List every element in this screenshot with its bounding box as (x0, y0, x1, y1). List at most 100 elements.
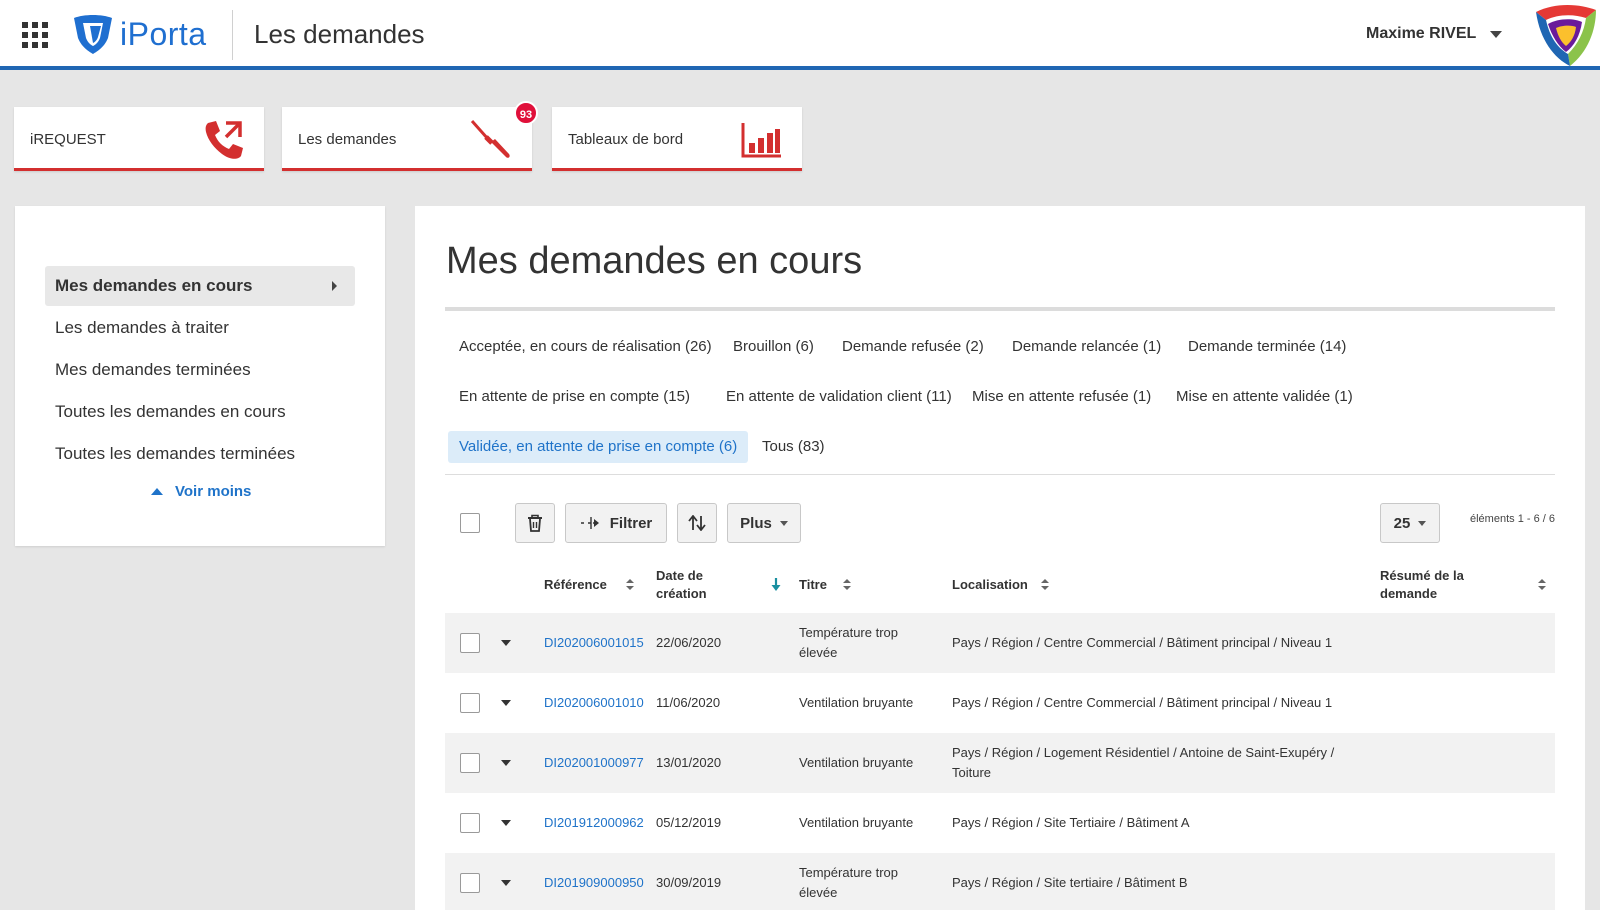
grid-icon[interactable] (22, 22, 48, 48)
titre-cell: Ventilation bruyante (799, 815, 914, 830)
page-title: Les demandes (254, 19, 425, 49)
main-panel: Mes demandes en cours Acceptée, en cours… (415, 206, 1585, 910)
title-divider (445, 307, 1555, 311)
filter-chip[interactable]: En attente de prise en compte (15) (448, 381, 701, 413)
sidebar-item-mes-demandes-en-cours[interactable]: Mes demandes en cours (45, 266, 355, 306)
date-cell: 11/06/2020 (656, 695, 721, 710)
table-row[interactable]: DI202006001015 22/06/2020 Température tr… (445, 613, 1555, 673)
filter-chip-selected[interactable]: Validée, en attente de prise en compte (… (448, 431, 749, 463)
tile-tableaux-de-bord[interactable]: Tableaux de bord (552, 107, 802, 171)
tile-label: iREQUEST (30, 131, 106, 148)
filters-divider (445, 474, 1555, 475)
sort-desc-icon[interactable] (771, 578, 781, 592)
delete-button[interactable] (515, 503, 555, 543)
sort-icon[interactable] (626, 579, 634, 591)
chevron-down-icon[interactable] (501, 640, 511, 646)
chevron-up-icon (151, 488, 163, 495)
filter-chip[interactable]: Demande relancée (1) (1001, 331, 1172, 363)
reference-link[interactable]: DI202001000977 (544, 753, 644, 773)
filter-button[interactable]: Filtrer (565, 503, 667, 543)
row-checkbox[interactable] (460, 633, 480, 653)
chevron-down-icon (1418, 520, 1427, 526)
table-row[interactable]: DI202006001010 11/06/2020 Ventilation br… (445, 673, 1555, 733)
column-header-titre[interactable]: Titre (799, 576, 827, 594)
page-size-value: 25 (1393, 514, 1411, 532)
voir-moins-toggle[interactable]: Voir moins (151, 483, 251, 500)
main-title: Mes demandes en cours (446, 240, 863, 282)
pagination-range: éléments 1 - 6 / 6 (1470, 513, 1555, 525)
sort-button[interactable] (677, 503, 717, 543)
row-checkbox[interactable] (460, 873, 480, 893)
filter-chip[interactable]: En attente de validation client (11) (715, 381, 963, 413)
app-logo[interactable]: iPorta (70, 12, 207, 56)
sidebar-item-demandes-a-traiter[interactable]: Les demandes à traiter (45, 308, 355, 348)
sort-icon[interactable] (1538, 579, 1546, 591)
logo-text: iPorta (120, 15, 207, 52)
localisation-cell: Pays / Région / Logement Résidentiel / A… (952, 745, 1335, 780)
brand-mark-icon (1536, 5, 1596, 66)
select-all-checkbox[interactable] (460, 513, 480, 533)
column-header-localisation[interactable]: Localisation (952, 576, 1028, 594)
bar-chart-icon (741, 123, 781, 158)
filter-chip[interactable]: Acceptée, en cours de réalisation (26) (448, 331, 723, 363)
chevron-down-icon[interactable] (501, 700, 511, 706)
sort-icon[interactable] (1041, 579, 1049, 591)
sidebar-item-toutes-terminees[interactable]: Toutes les demandes terminées (45, 434, 355, 474)
phone-forward-icon (205, 121, 243, 159)
filter-chip[interactable]: Brouillon (6) (722, 331, 825, 363)
row-checkbox[interactable] (460, 753, 480, 773)
sidebar: Mes demandes en cours Les demandes à tra… (15, 206, 385, 546)
tile-irequest[interactable]: iREQUEST (14, 107, 264, 171)
column-header-date[interactable]: Date de création (656, 567, 726, 603)
localisation-cell: Pays / Région / Centre Commercial / Bâti… (952, 695, 1333, 710)
table-row[interactable]: DI201912000962 05/12/2019 Ventilation br… (445, 793, 1555, 853)
sidebar-item-label: Mes demandes en cours (55, 276, 253, 295)
column-header-resume[interactable]: Résumé de la demande (1380, 567, 1470, 603)
notification-badge: 93 (514, 101, 538, 125)
titre-cell: Ventilation bruyante (799, 755, 914, 770)
sidebar-item-mes-demandes-terminees[interactable]: Mes demandes terminées (45, 350, 355, 390)
filter-chip[interactable]: Demande terminée (14) (1177, 331, 1357, 363)
filter-chip[interactable]: Mise en attente refusée (1) (961, 381, 1162, 413)
sort-arrows-icon (688, 515, 706, 531)
chevron-down-icon[interactable] (501, 760, 511, 766)
date-cell: 30/09/2019 (656, 875, 722, 890)
chevron-down-icon (779, 520, 788, 526)
date-cell: 05/12/2019 (656, 815, 722, 830)
filter-chip[interactable]: Tous (83) (751, 431, 836, 463)
titre-cell: Température trop élevée (799, 865, 898, 900)
titre-cell: Température trop élevée (799, 625, 898, 660)
chevron-down-icon[interactable] (501, 880, 511, 886)
filter-chip[interactable]: Mise en attente validée (1) (1165, 381, 1364, 413)
chevron-down-icon (1490, 30, 1503, 38)
titre-cell: Ventilation bruyante (799, 695, 914, 710)
reference-link[interactable]: DI202006001015 (544, 633, 644, 653)
reference-link[interactable]: DI201912000962 (544, 813, 644, 833)
column-header-reference[interactable]: Référence (544, 576, 607, 594)
sort-icon[interactable] (843, 579, 851, 591)
sidebar-item-label: Toutes les demandes terminées (55, 444, 296, 463)
row-checkbox[interactable] (460, 813, 480, 833)
filter-button-label: Filtrer (609, 514, 653, 532)
reference-link[interactable]: DI202006001010 (544, 693, 644, 713)
sidebar-item-toutes-en-cours[interactable]: Toutes les demandes en cours (45, 392, 355, 432)
table-row[interactable]: DI202001000977 13/01/2020 Ventilation br… (445, 733, 1555, 793)
sidebar-item-label: Toutes les demandes en cours (55, 402, 286, 421)
chevron-down-icon[interactable] (501, 820, 511, 826)
localisation-cell: Pays / Région / Site tertiaire / Bâtimen… (952, 875, 1188, 890)
tile-label: Tableaux de bord (568, 131, 684, 148)
sidebar-item-label: Mes demandes terminées (55, 360, 251, 379)
filter-arrow-icon (580, 517, 599, 529)
more-button-label: Plus (740, 514, 772, 532)
reference-link[interactable]: DI201909000950 (544, 873, 644, 893)
user-menu[interactable]: Maxime RIVEL (1366, 25, 1503, 43)
header-divider (232, 10, 233, 60)
row-checkbox[interactable] (460, 693, 480, 713)
more-button[interactable]: Plus (727, 503, 801, 543)
page-size-select[interactable]: 25 (1380, 503, 1440, 543)
tile-label: Les demandes (298, 131, 397, 148)
filter-chip[interactable]: Demande refusée (2) (831, 331, 995, 363)
table-row[interactable]: DI201909000950 30/09/2019 Température tr… (445, 853, 1555, 910)
tile-les-demandes[interactable]: Les demandes (282, 107, 532, 171)
top-bar: iPorta Les demandes Maxime RIVEL (0, 0, 1600, 70)
